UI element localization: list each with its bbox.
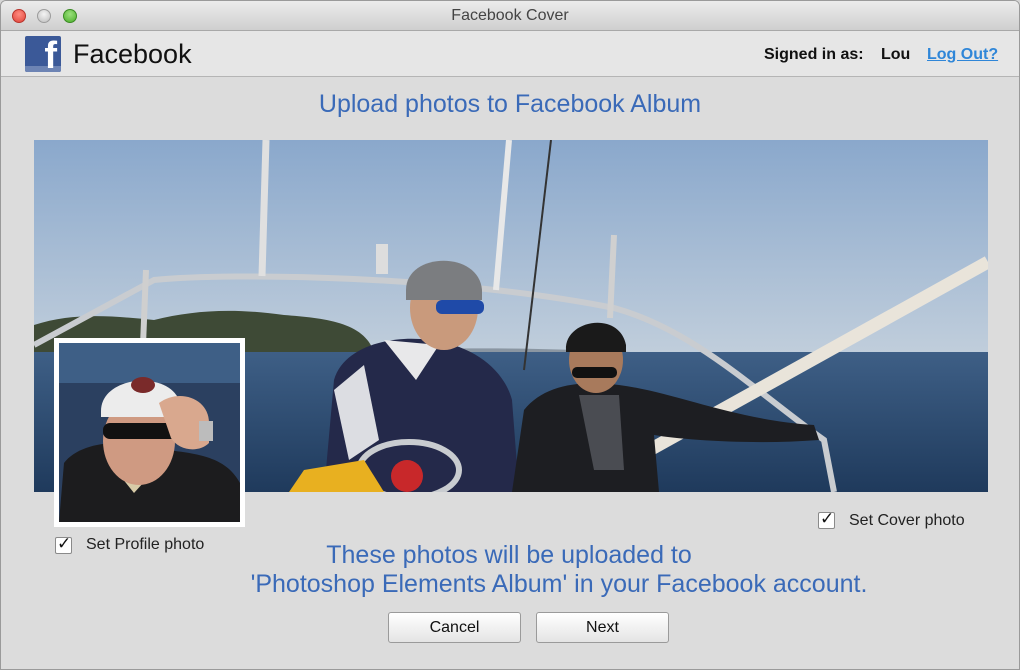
page-heading: Upload photos to Facebook Album xyxy=(318,90,702,118)
title-bar: Facebook Cover xyxy=(1,1,1019,31)
window-title: Facebook Cover xyxy=(451,7,569,24)
next-button[interactable]: Next xyxy=(536,612,669,643)
facebook-cover-window: Facebook Cover f Facebook Signed in as: … xyxy=(0,0,1020,670)
cancel-button[interactable]: Cancel xyxy=(388,612,521,643)
set-cover-photo-checkbox[interactable]: ✓ xyxy=(818,509,835,529)
checkmark-icon: ✓ xyxy=(57,534,72,554)
checkmark-icon: ✓ xyxy=(820,509,835,529)
facebook-logo-icon: f xyxy=(25,36,61,72)
upload-notice-line1: These photos will be uploaded to xyxy=(326,541,692,569)
brand-name: Facebook xyxy=(73,39,192,69)
logout-link[interactable]: Log Out? xyxy=(927,46,998,64)
profile-photo-image xyxy=(59,343,240,522)
set-profile-photo-checkbox[interactable]: ✓ xyxy=(55,534,72,554)
facebook-header: f Facebook Signed in as: Lou Log Out? xyxy=(1,31,1019,77)
upload-notice-line2: 'Photoshop Elements Album' in your Faceb… xyxy=(250,570,868,598)
signed-in-label: Signed in as: xyxy=(764,46,864,63)
signed-in-user: Lou xyxy=(881,46,911,63)
profile-photo-frame[interactable] xyxy=(54,338,245,527)
set-cover-photo-label[interactable]: Set Cover photo xyxy=(849,512,965,530)
